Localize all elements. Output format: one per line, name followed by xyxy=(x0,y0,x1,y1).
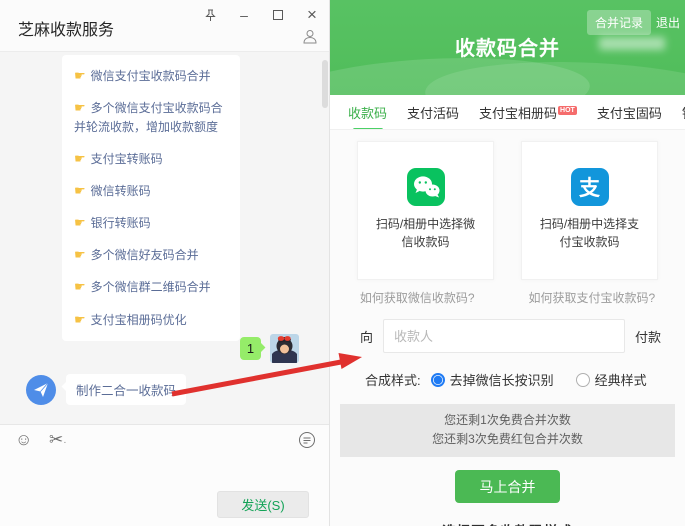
feature-item: ☛ 支付宝相册码优化 xyxy=(74,310,228,330)
merge-now-button[interactable]: 马上合并 xyxy=(455,470,560,503)
minimize-icon[interactable]: – xyxy=(235,6,253,24)
pointing-finger-icon: ☛ xyxy=(74,151,86,166)
feature-item: ☛ 微信转账码 xyxy=(74,181,228,201)
chat-input-area[interactable]: ☺ ✂· 发送(S) xyxy=(0,424,329,526)
feature-text: 微信转账码 xyxy=(91,184,151,198)
more-styles-divider[interactable]: · 选择更多收款码样式 · xyxy=(330,520,685,526)
panel-header: 收款码合并 合并记录 退出 xyxy=(330,0,685,95)
app-root: 芝麻收款服务 – × ☛微信支付宝收款码合并 ☛多个微信支付宝收款码合并轮流收款… xyxy=(0,0,685,526)
feature-item: ☛ 支付宝转账码 xyxy=(74,149,228,169)
feature-item: ☛ 多个微信好友码合并 xyxy=(74,245,228,265)
maximize-icon[interactable] xyxy=(269,6,287,24)
window-title: 芝麻收款服务 xyxy=(18,16,114,40)
tab-label: 支付宝相册码 xyxy=(479,106,557,121)
wechat-icon xyxy=(407,168,445,206)
chat-message-area: ☛微信支付宝收款码合并 ☛多个微信支付宝收款码合并轮流收款，增加收款额度 ☛支付… xyxy=(0,52,329,424)
pin-icon[interactable] xyxy=(201,6,219,24)
tab-zhifubao-xiangcema[interactable]: 支付宝相册码HOT xyxy=(479,95,577,130)
wechat-qr-card[interactable]: 扫码/相册中选择微信收款码 xyxy=(357,141,494,280)
alipay-card-title: 扫码/相册中选择支付宝收款码 xyxy=(535,215,645,251)
radio-label: 经典样式 xyxy=(595,370,647,389)
quota-line: 您还剩3次免费红包合并次数 xyxy=(340,430,675,449)
tab-zhifubao-guma[interactable]: 支付宝固码 xyxy=(597,95,662,130)
radio-unselected-icon[interactable] xyxy=(576,373,590,387)
tab-zhifuhuoma[interactable]: 支付活码 xyxy=(407,95,459,130)
bot-avatar[interactable] xyxy=(26,375,56,405)
feature-text: 多个微信好友码合并 xyxy=(91,248,199,262)
chat-window: 芝麻收款服务 – × ☛微信支付宝收款码合并 ☛多个微信支付宝收款码合并轮流收款… xyxy=(0,0,330,526)
panel-tabbar: 收款码 支付活码 支付宝相册码HOT 支付宝固码 银行转账 xyxy=(330,95,685,130)
panel-body: 扫码/相册中选择微信收款码 支 扫码/相册中选择支付宝收款码 如何获取微信收款码… xyxy=(330,130,685,526)
feature-text: 支付宝相册码优化 xyxy=(91,313,187,327)
quota-line: 您还剩1次免费合并次数 xyxy=(340,411,675,430)
masked-phone-number xyxy=(599,37,665,50)
outgoing-message-row: 1 xyxy=(240,334,299,363)
pointing-finger-icon: ☛ xyxy=(74,312,86,327)
pointing-finger-icon: ☛ xyxy=(74,183,86,198)
close-icon[interactable]: × xyxy=(303,6,321,24)
outgoing-message-bubble: 1 xyxy=(240,337,261,360)
payee-row: 向 付款 xyxy=(360,319,661,353)
user-avatar[interactable] xyxy=(270,334,299,363)
help-links-row: 如何获取微信收款码? 如何获取支付宝收款码? xyxy=(330,289,685,306)
more-styles-label: 选择更多收款码样式 xyxy=(442,520,573,526)
payee-suffix-label: 付款 xyxy=(635,327,661,346)
tab-shoukuanma[interactable]: 收款码 xyxy=(348,95,387,130)
window-titlebar: 芝麻收款服务 – × xyxy=(0,0,329,52)
merge-style-row: 合成样式: 去掉微信长按识别 经典样式 xyxy=(365,370,685,389)
feature-item: ☛ 多个微信群二维码合并 xyxy=(74,277,228,297)
alipay-glyph: 支 xyxy=(579,172,600,202)
radio-option-remove-longpress[interactable]: 去掉微信长按识别 xyxy=(431,370,554,389)
merge-history-button[interactable]: 合并记录 xyxy=(587,10,651,35)
radio-label: 去掉微信长按识别 xyxy=(450,370,554,389)
pointing-finger-icon: ☛ xyxy=(74,279,86,294)
feature-item: ☛ 微信支付宝收款码合并 xyxy=(74,66,228,86)
payee-prefix-label: 向 xyxy=(360,327,373,346)
emoji-icon[interactable]: ☺ xyxy=(15,430,32,450)
feature-text: 多个微信群二维码合并 xyxy=(91,280,211,294)
radio-option-classic[interactable]: 经典样式 xyxy=(576,370,647,389)
wechat-help-link[interactable]: 如何获取微信收款码? xyxy=(360,289,475,306)
feature-text: 多个微信支付宝收款码合并轮流收款，增加收款额度 xyxy=(74,101,223,134)
incoming-message-row: 制作二合一收款码 xyxy=(26,374,186,405)
caret-icon: · xyxy=(63,437,66,448)
divider-dot: · xyxy=(581,521,586,526)
quota-notice-box: 您还剩1次免费合并次数 您还剩3次免费红包合并次数 xyxy=(340,404,675,457)
incoming-message-bubble: 制作二合一收款码 xyxy=(66,374,186,405)
chat-toolbar: ☺ ✂· xyxy=(0,425,329,455)
pointing-finger-icon: ☛ xyxy=(74,100,86,115)
window-controls: – × xyxy=(201,6,321,24)
divider-dot: · xyxy=(429,521,434,526)
feature-list-message: ☛微信支付宝收款码合并 ☛多个微信支付宝收款码合并轮流收款，增加收款额度 ☛支付… xyxy=(62,55,240,341)
feature-item: ☛多个微信支付宝收款码合并轮流收款，增加收款额度 xyxy=(74,98,228,137)
maximize-box xyxy=(273,10,283,20)
contact-profile-icon[interactable] xyxy=(301,28,319,46)
style-radio-group: 去掉微信长按识别 经典样式 xyxy=(431,370,647,389)
feature-text: 银行转账码 xyxy=(91,216,151,230)
send-button[interactable]: 发送(S) xyxy=(217,491,309,518)
pointing-finger-icon: ☛ xyxy=(74,247,86,262)
style-label: 合成样式: xyxy=(365,370,421,389)
merge-panel: 收款码合并 合并记录 退出 收款码 支付活码 支付宝相册码HOT 支付宝固码 银… xyxy=(330,0,685,526)
alipay-qr-card[interactable]: 支 扫码/相册中选择支付宝收款码 xyxy=(521,141,658,280)
pointing-finger-icon: ☛ xyxy=(74,68,86,83)
logout-button[interactable]: 退出 xyxy=(656,14,680,31)
chat-history-icon[interactable] xyxy=(298,431,316,449)
hot-badge: HOT xyxy=(558,106,577,115)
feature-item: ☛ 银行转账码 xyxy=(74,213,228,233)
feature-text: 支付宝转账码 xyxy=(91,152,163,166)
feature-text: 微信支付宝收款码合并 xyxy=(91,69,211,83)
alipay-help-link[interactable]: 如何获取支付宝收款码? xyxy=(529,289,656,306)
qr-source-cards: 扫码/相册中选择微信收款码 支 扫码/相册中选择支付宝收款码 xyxy=(330,130,685,280)
payee-input[interactable] xyxy=(383,319,625,353)
pointing-finger-icon: ☛ xyxy=(74,215,86,230)
wechat-card-title: 扫码/相册中选择微信收款码 xyxy=(371,215,481,251)
screenshot-scissors-icon[interactable]: ✂· xyxy=(49,430,67,450)
alipay-icon: 支 xyxy=(571,168,609,206)
radio-selected-icon[interactable] xyxy=(431,373,445,387)
scissors-glyph: ✂ xyxy=(49,430,63,449)
chat-scrollbar[interactable] xyxy=(322,60,328,108)
